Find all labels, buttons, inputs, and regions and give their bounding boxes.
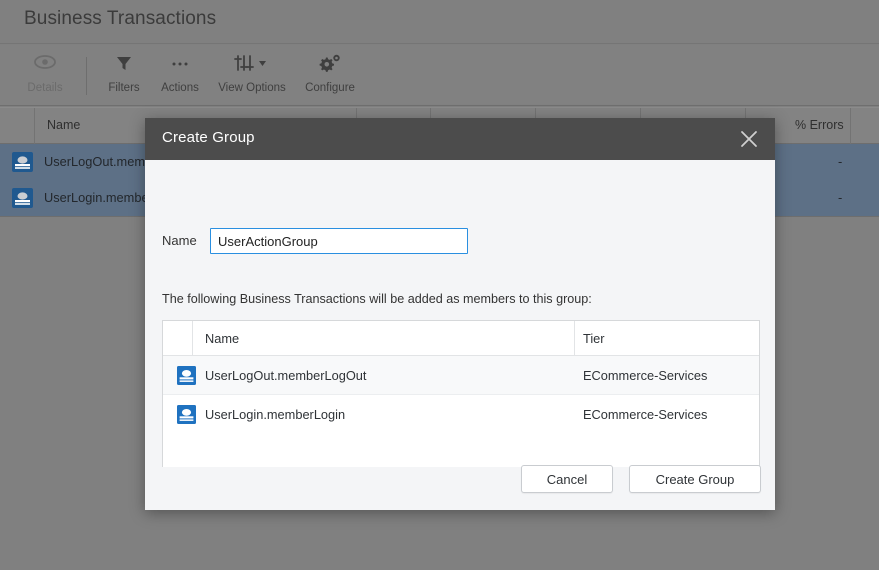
- page-header: Business Transactions: [0, 0, 879, 44]
- grid-row-name: UserLogin.membe: [44, 190, 149, 205]
- dialog-header: Create Group: [145, 118, 775, 160]
- members-row-tier: ECommerce-Services: [583, 407, 708, 422]
- dialog-body: Name The following Business Transactions…: [145, 160, 775, 490]
- group-name-label: Name: [162, 233, 197, 248]
- members-row-tier: ECommerce-Services: [583, 368, 708, 383]
- business-transaction-icon: [12, 188, 33, 208]
- grid-column-header-errors[interactable]: % Errors: [795, 118, 844, 132]
- members-column-header-tier: Tier: [583, 331, 605, 346]
- create-group-button[interactable]: Create Group: [629, 465, 761, 493]
- members-table-row[interactable]: UserLogOut.memberLogOut ECommerce-Servic…: [163, 356, 759, 395]
- toolbar-item-view-options-label: View Options: [218, 82, 286, 94]
- members-row-name: UserLogOut.memberLogOut: [205, 368, 367, 383]
- toolbar-item-view-options[interactable]: View Options: [205, 51, 299, 101]
- grid-column-divider: [34, 108, 35, 145]
- grid-column-divider: [850, 108, 851, 145]
- business-transaction-icon: [177, 405, 196, 424]
- page-title: Business Transactions: [24, 8, 217, 29]
- close-icon[interactable]: [737, 127, 761, 151]
- members-column-header-name: Name: [205, 331, 240, 346]
- grid-column-header-name[interactable]: Name: [47, 118, 80, 132]
- grid-row-errors: -: [838, 154, 843, 169]
- dialog-footer: Cancel Create Group: [145, 465, 775, 510]
- toolbar-item-configure[interactable]: Configure: [298, 51, 362, 101]
- sliders-icon: [205, 53, 299, 79]
- gear-icon: [298, 53, 362, 79]
- toolbar: Details Filters Actions View Options Con…: [0, 45, 879, 106]
- group-name-input[interactable]: [210, 228, 468, 254]
- grid-row-errors: -: [838, 190, 843, 205]
- eye-icon: [8, 53, 82, 79]
- members-row-name: UserLogin.memberLogin: [205, 407, 346, 422]
- cancel-button[interactable]: Cancel: [521, 465, 613, 493]
- members-note: The following Business Transactions will…: [162, 292, 592, 306]
- members-table-header: Name Tier: [163, 321, 759, 356]
- members-column-divider: [574, 321, 575, 356]
- members-table-row[interactable]: UserLogin.memberLogin ECommerce-Services: [163, 395, 759, 434]
- grid-row-name: UserLogOut.mem: [44, 154, 145, 169]
- toolbar-item-configure-label: Configure: [305, 82, 355, 94]
- dialog-title: Create Group: [162, 129, 255, 146]
- toolbar-item-details[interactable]: Details: [8, 51, 82, 101]
- business-transaction-icon: [12, 152, 33, 172]
- members-column-divider: [192, 321, 193, 356]
- toolbar-item-details-label: Details: [27, 82, 63, 94]
- create-group-dialog: Create Group Name The following Business…: [145, 118, 775, 510]
- business-transaction-icon: [177, 366, 196, 385]
